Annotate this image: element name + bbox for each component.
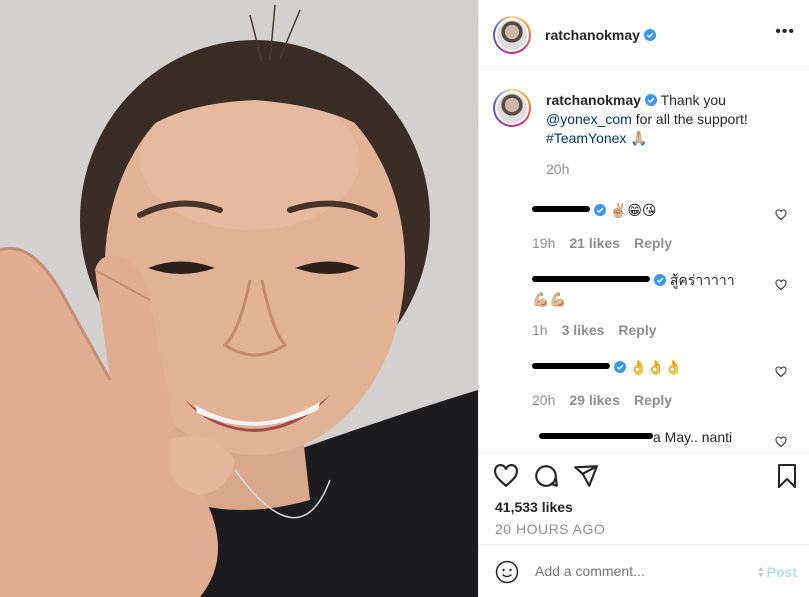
share-paper-plane-icon[interactable] (573, 463, 599, 489)
redacted-username[interactable] (539, 433, 653, 439)
like-heart-icon[interactable] (493, 463, 519, 489)
like-comment-heart-icon[interactable] (775, 209, 787, 221)
post-timestamp: 20 HOURS AGO (495, 521, 606, 537)
save-bookmark-icon[interactable] (775, 463, 799, 489)
comment-text-line2: 💪🏼💪🏼 (532, 291, 567, 307)
comment-meta: 19h 21 likes Reply (532, 235, 809, 251)
comment-item: ✌🏼😁😘 19h 21 likes Reply (532, 201, 809, 251)
post-button[interactable]: Post (767, 564, 797, 580)
comment-item: 👌👌👌 20h 29 likes Reply (532, 358, 809, 408)
caption-username[interactable]: ratchanokmay (546, 92, 641, 108)
add-comment-input[interactable] (535, 563, 735, 579)
verified-badge-icon (654, 274, 666, 286)
redacted-username[interactable] (532, 206, 590, 212)
reply-button[interactable]: Reply (634, 392, 672, 408)
comment-likes[interactable]: 21 likes (569, 235, 620, 251)
comment-meta: 20h 29 likes Reply (532, 392, 809, 408)
comment-time: 20h (532, 392, 556, 408)
comment-time: 1h (532, 322, 548, 338)
verified-badge-icon (644, 94, 657, 106)
comment-text: 👌👌👌 (629, 359, 683, 375)
emoji-icon[interactable] (495, 560, 519, 584)
caption-body-2: for all the support! (631, 111, 748, 127)
author-username[interactable]: ratchanokmay (545, 27, 640, 43)
mention-link[interactable]: @yonex_com (546, 111, 632, 127)
selfie-illustration (0, 0, 478, 597)
redacted-username[interactable] (532, 276, 650, 282)
author-avatar[interactable] (493, 15, 531, 54)
post-detail-panel: ratchanokmay ••• ratchanokmay Thank you … (478, 0, 809, 597)
verified-badge-icon (594, 204, 606, 216)
hashtag-link[interactable]: #TeamYonex (546, 130, 626, 146)
comment-text: ✌🏼😁😘 (609, 202, 657, 218)
likes-count[interactable]: 41,533 likes (495, 499, 573, 515)
like-comment-heart-icon[interactable] (775, 366, 787, 378)
reply-button[interactable]: Reply (618, 322, 656, 338)
like-comment-heart-icon[interactable] (775, 279, 787, 291)
comment-text: สู้คร่าาาาา (669, 272, 735, 288)
post-photo[interactable] (0, 0, 478, 597)
like-comment-heart-icon[interactable] (775, 436, 787, 448)
post-actions: 41,533 likes 20 HOURS AGO (479, 452, 809, 544)
reply-button[interactable]: Reply (634, 235, 672, 251)
verified-badge-icon (643, 28, 656, 41)
redacted-username[interactable] (532, 363, 610, 369)
comment-likes[interactable]: 3 likes (562, 322, 605, 338)
comment-item: สู้คร่าาาาา 💪🏼💪🏼 1h 3 likes Reply (532, 271, 809, 338)
more-options-icon[interactable]: ••• (775, 24, 795, 40)
post-header: ratchanokmay ••• (479, 0, 809, 70)
caption-text: ratchanokmay Thank you @yonex_com for al… (546, 91, 794, 148)
caption-time: 20h (546, 161, 570, 177)
comment-text: a May.. nanti (653, 429, 733, 445)
comment-bubble-icon[interactable] (533, 463, 559, 489)
caption-avatar[interactable] (493, 89, 531, 127)
comment-meta: 1h 3 likes Reply (532, 322, 809, 338)
comments-list[interactable]: ratchanokmay Thank you @yonex_com for al… (479, 71, 809, 452)
pray-emoji: 🙏🏼 (630, 130, 648, 146)
caption-body-1: Thank you (656, 92, 726, 108)
comment-time: 19h (532, 235, 556, 251)
resize-handle-icon (758, 567, 764, 577)
comment-item: a May.. nanti (539, 428, 809, 447)
add-comment-bar: Post (479, 544, 809, 597)
verified-badge-icon (614, 361, 626, 373)
comment-likes[interactable]: 29 likes (569, 392, 620, 408)
